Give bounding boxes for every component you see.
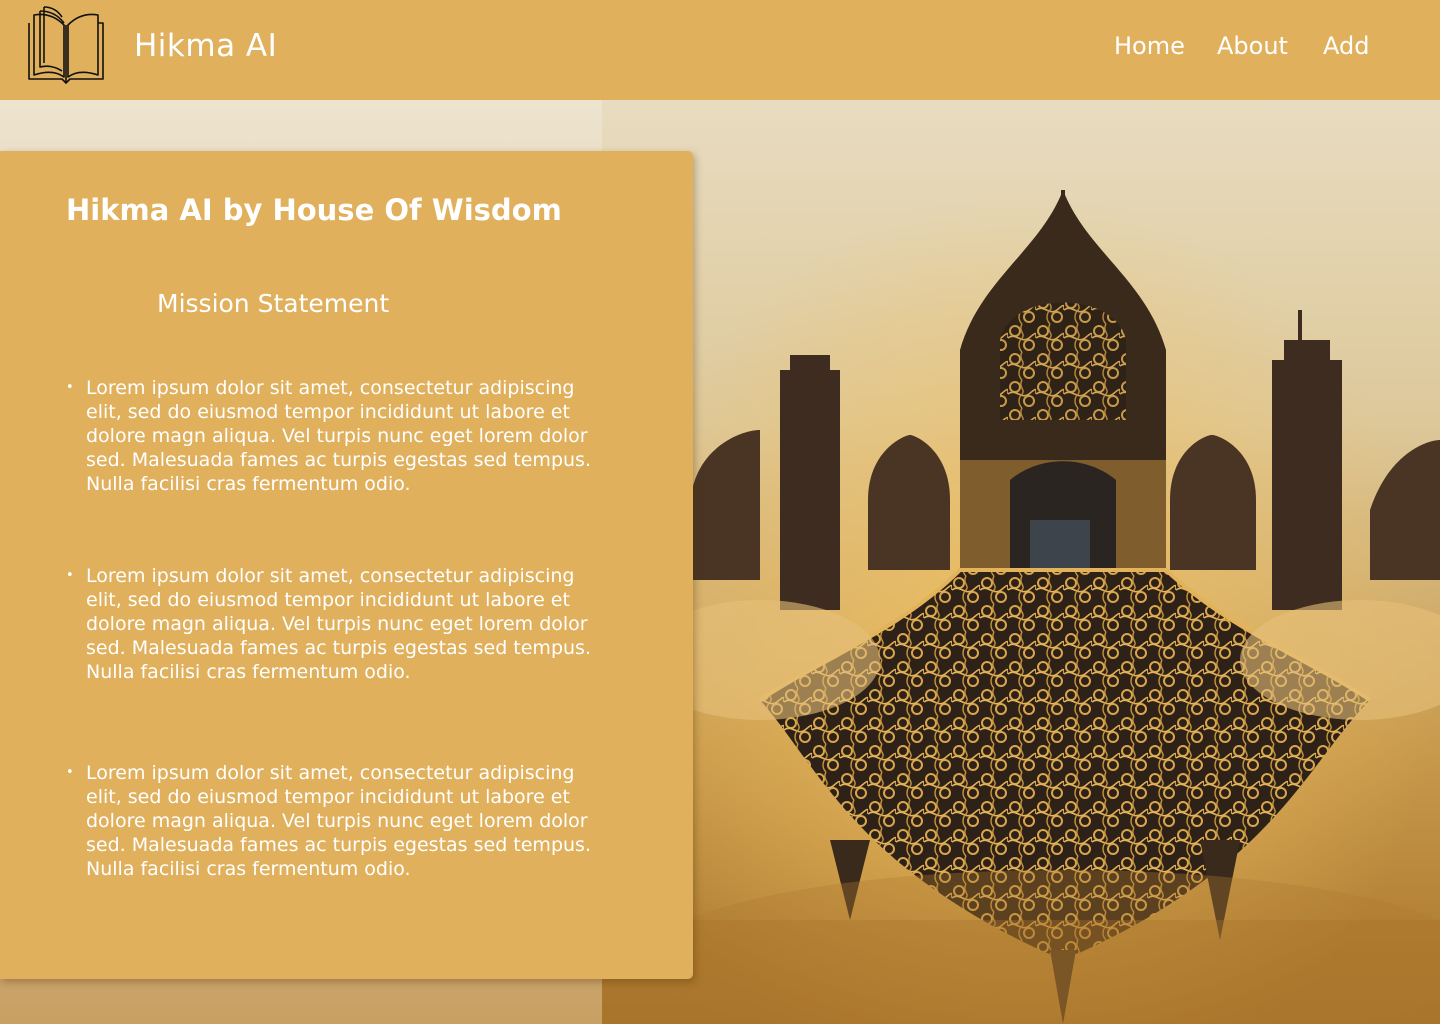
brand-name[interactable]: Hikma AI	[134, 28, 277, 64]
nav-add-link[interactable]: Add	[1323, 32, 1369, 60]
mission-statement-heading: Mission Statement	[157, 289, 390, 318]
header: Hikma AI Home About Add	[0, 0, 1440, 100]
nav-about-link[interactable]: About	[1217, 32, 1288, 60]
mission-bullet: Lorem ipsum dolor sit amet, consectetur …	[66, 376, 606, 496]
nav-home-link[interactable]: Home	[1114, 32, 1185, 60]
open-book-icon[interactable]	[26, 5, 106, 85]
main-nav: Home About Add	[1020, 0, 1440, 100]
mission-bullet: Lorem ipsum dolor sit amet, consectetur …	[66, 564, 606, 684]
mission-bullet: Lorem ipsum dolor sit amet, consectetur …	[66, 761, 606, 881]
page-title: Hikma AI by House Of Wisdom	[66, 193, 562, 227]
mission-card: Hikma AI by House Of Wisdom Mission Stat…	[0, 151, 693, 979]
